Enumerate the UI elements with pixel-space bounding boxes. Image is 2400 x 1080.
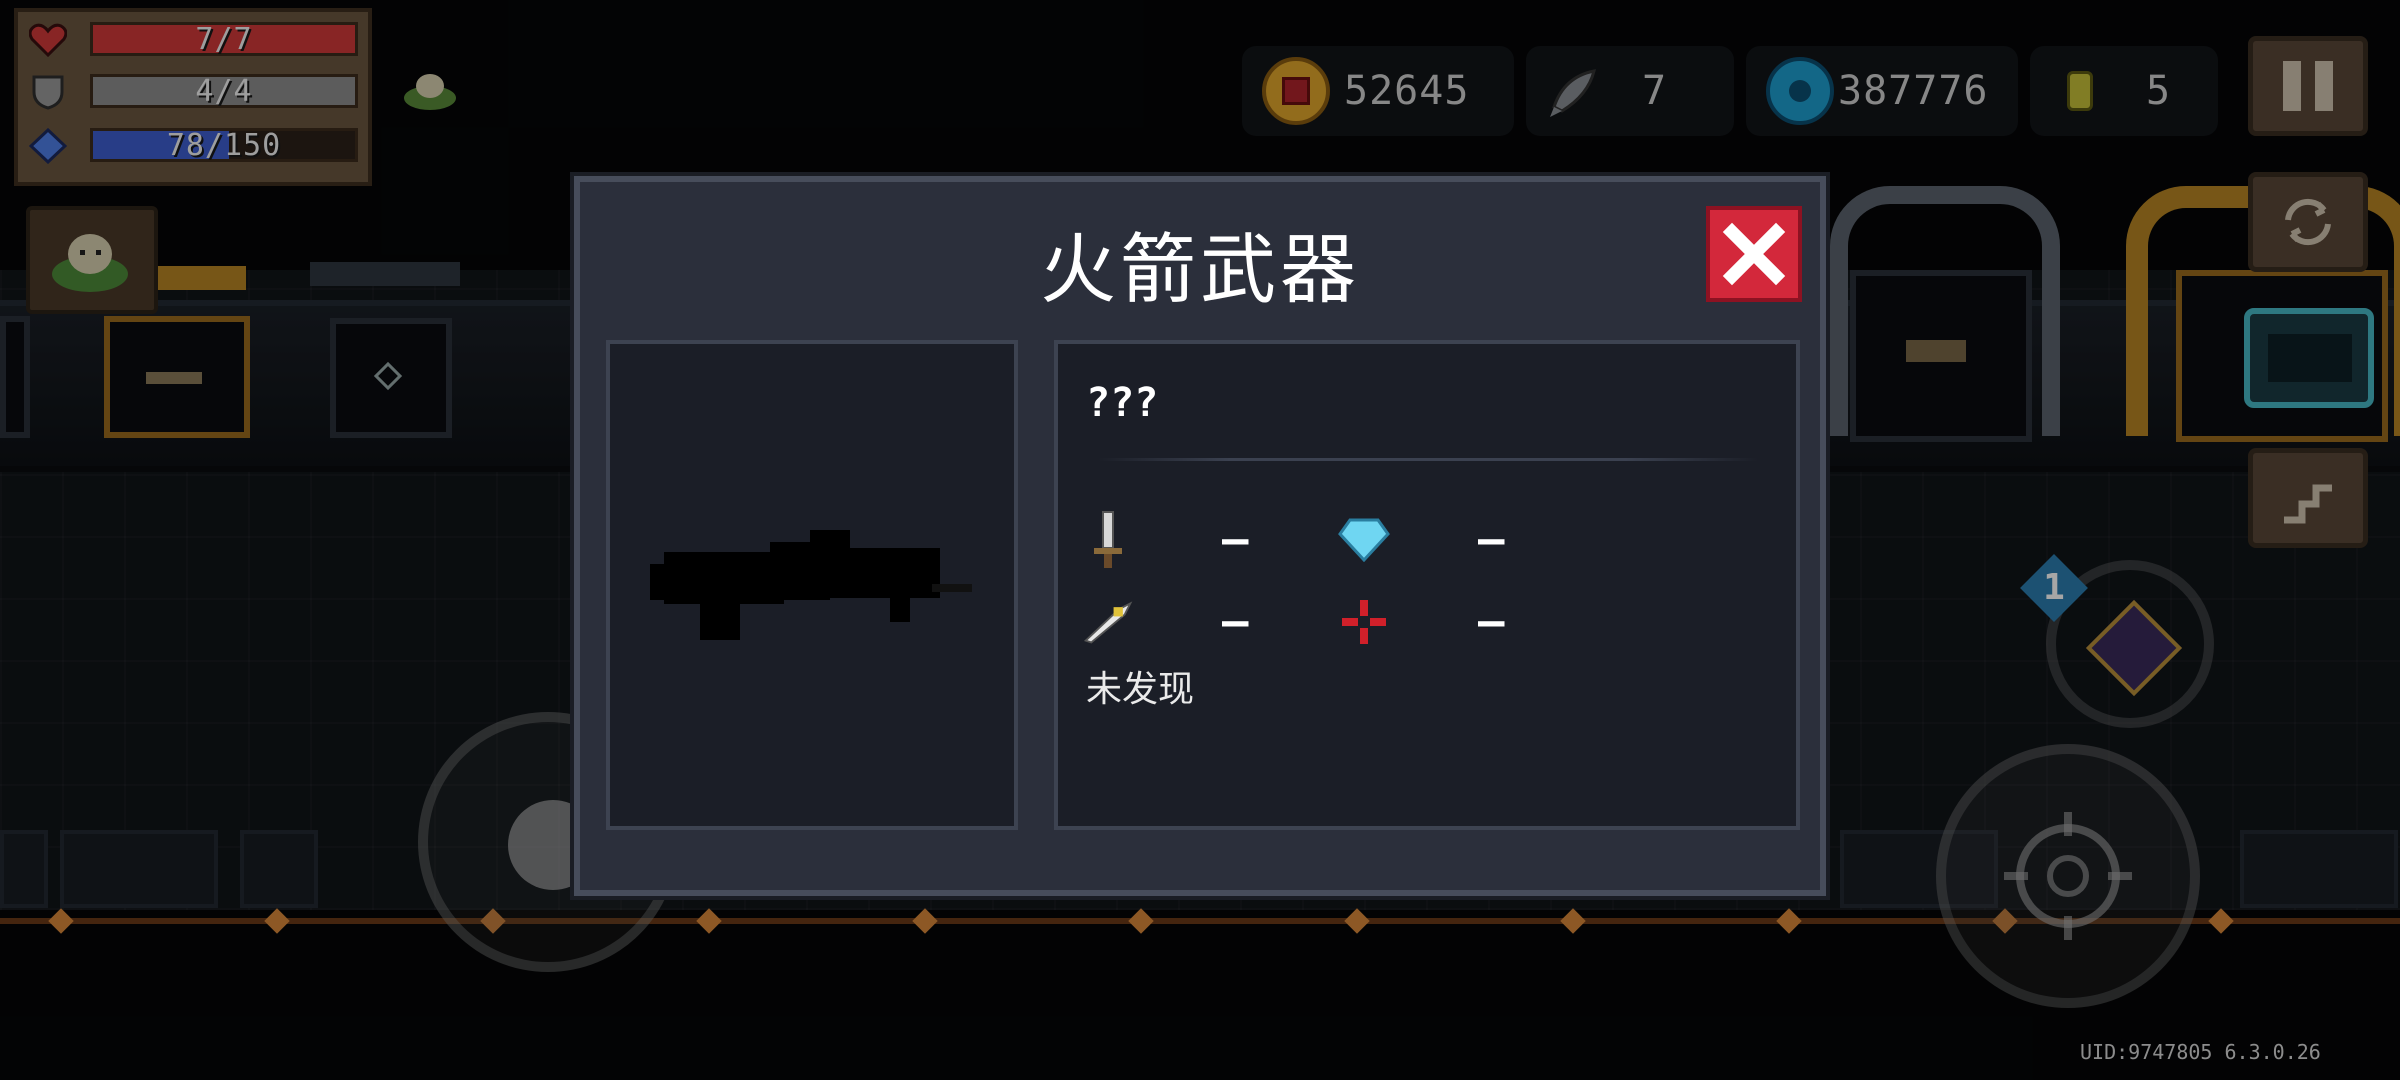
stat-damage: – bbox=[1082, 510, 1249, 570]
close-icon bbox=[1722, 222, 1786, 286]
weapon-info-dialog: 火箭武器 ??? – – – – 未发现 bbox=[574, 176, 1826, 896]
dialog-title: 火箭武器 bbox=[1040, 225, 1360, 314]
weapon-details-panel: ??? – – – – 未发现 bbox=[1054, 340, 1800, 830]
sword-icon bbox=[1082, 511, 1134, 568]
stat-crit: – bbox=[1082, 592, 1249, 652]
weapon-preview-panel bbox=[606, 340, 1018, 830]
discovery-status: 未发现 bbox=[1086, 669, 1195, 710]
red-crosshair-icon bbox=[1338, 596, 1390, 648]
rocket-launcher-silhouette-icon bbox=[650, 530, 972, 640]
energy-diamond-icon bbox=[1338, 514, 1390, 566]
divider bbox=[1098, 458, 1758, 461]
stat-accuracy: – bbox=[1338, 592, 1505, 652]
stat-accuracy-value: – bbox=[1478, 596, 1505, 647]
stat-crit-value: – bbox=[1222, 596, 1249, 647]
stat-energy: – bbox=[1338, 510, 1505, 570]
close-button[interactable] bbox=[1706, 206, 1802, 302]
feather-dagger-icon bbox=[1082, 596, 1134, 648]
stat-damage-value: – bbox=[1222, 514, 1249, 565]
weapon-name: ??? bbox=[1086, 380, 1159, 426]
stat-energy-value: – bbox=[1478, 514, 1505, 565]
